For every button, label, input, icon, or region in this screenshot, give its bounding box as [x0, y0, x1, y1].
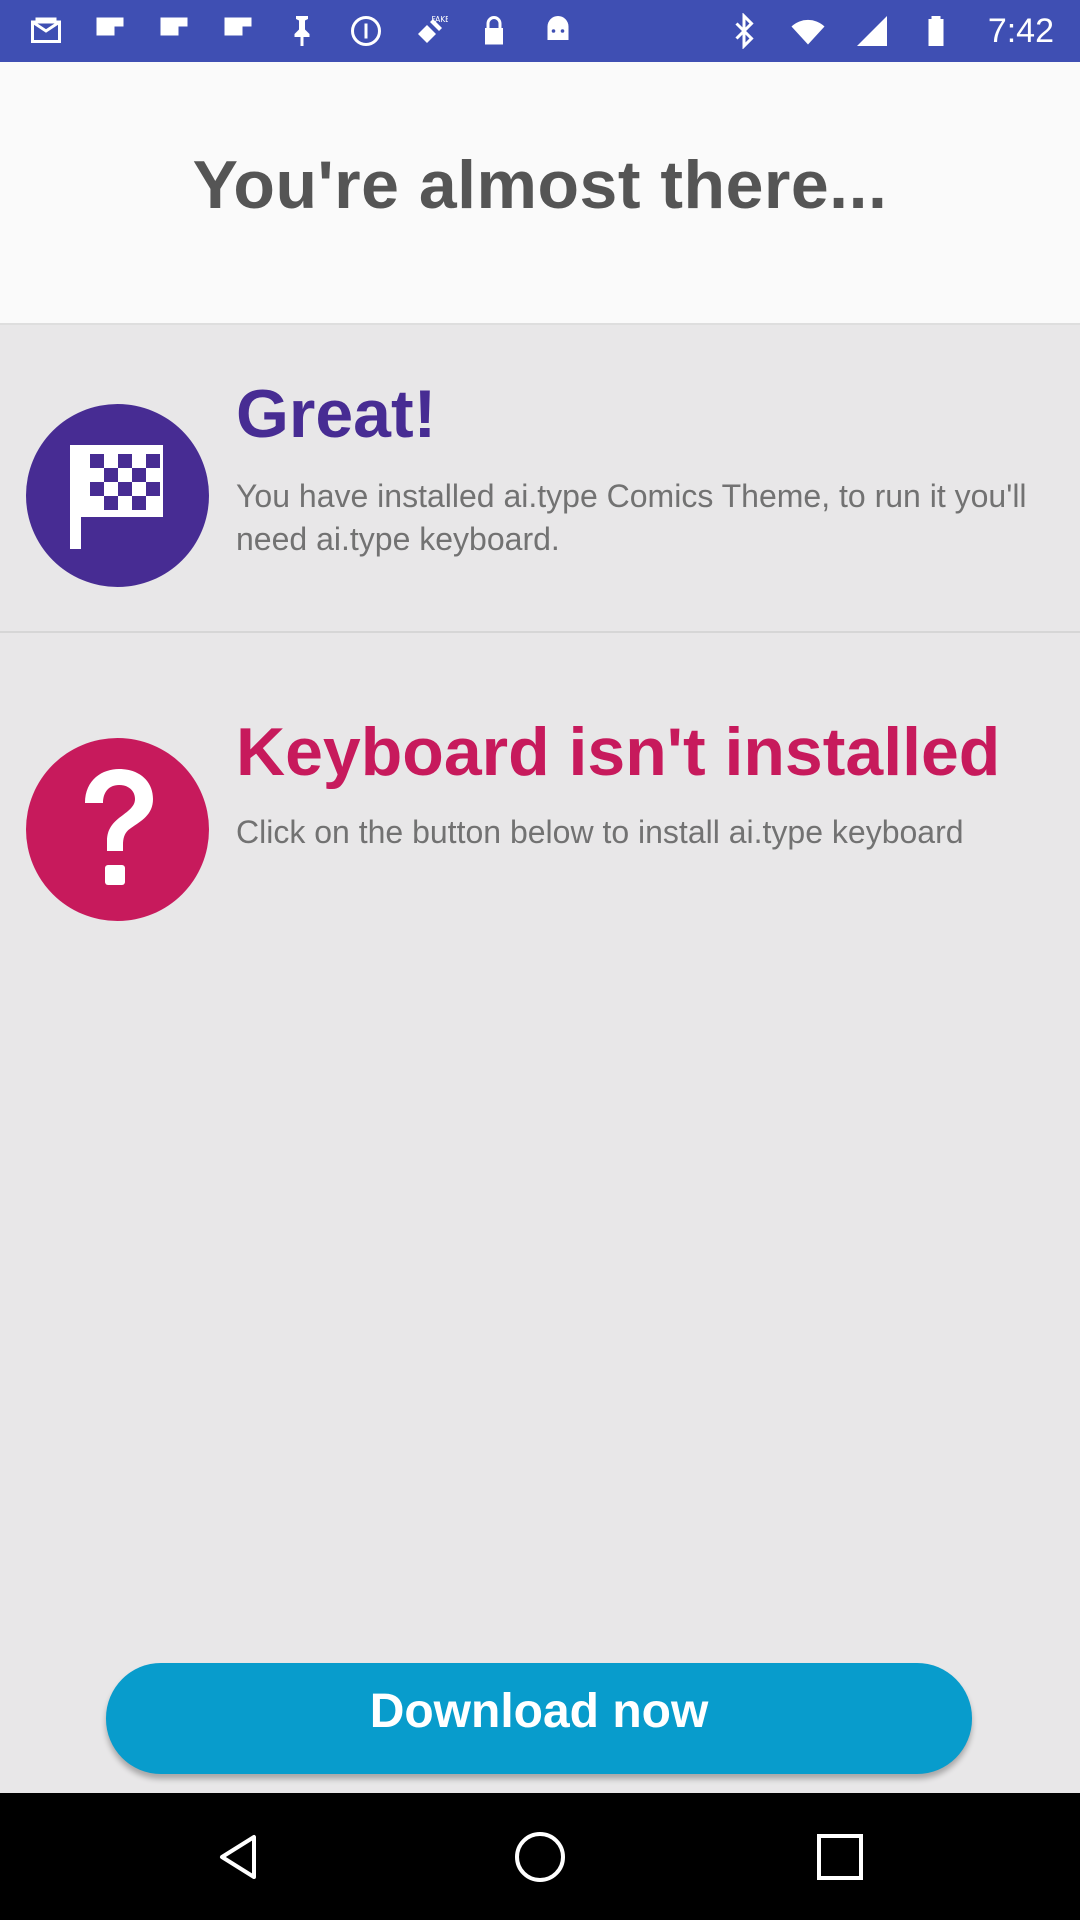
pin-icon	[284, 13, 320, 49]
keyboard-title: Keyboard isn't installed	[236, 714, 1001, 790]
great-description: You have installed ai.type Comics Theme,…	[236, 478, 1027, 557]
great-title: Great!	[236, 376, 437, 452]
email-icon	[28, 13, 64, 49]
lock-icon	[476, 13, 512, 49]
download-now-button[interactable]: Download now	[106, 1663, 972, 1774]
android-icon	[540, 13, 576, 49]
fake-gps-icon: FAKE	[412, 13, 448, 49]
checkered-flag-icon	[26, 404, 209, 587]
status-bar: FAKE 7:42	[0, 0, 1080, 62]
svg-text:FAKE: FAKE	[432, 15, 449, 24]
status-right-icons: 7:42	[726, 12, 1054, 51]
home-icon[interactable]	[505, 1822, 575, 1892]
navigation-bar	[0, 1793, 1080, 1920]
flipboard-icon	[220, 13, 256, 49]
flipboard-icon	[156, 13, 192, 49]
info-circle-icon	[348, 13, 384, 49]
status-left-icons: FAKE	[28, 13, 576, 49]
wifi-icon	[790, 13, 826, 49]
signal-icon	[854, 13, 890, 49]
question-mark-icon	[26, 738, 209, 921]
great-section: Great! You have installed ai.type Comics…	[0, 325, 1080, 633]
recents-icon[interactable]	[805, 1822, 875, 1892]
header: You're almost there...	[0, 62, 1080, 325]
battery-icon	[918, 13, 954, 49]
page-title: You're almost there...	[192, 146, 888, 223]
status-time: 7:42	[987, 11, 1054, 50]
keyboard-description: Click on the button below to install ai.…	[236, 814, 964, 850]
flipboard-icon	[92, 13, 128, 49]
bluetooth-icon	[726, 13, 762, 49]
keyboard-section: Keyboard isn't installed Click on the bu…	[0, 633, 1080, 963]
back-icon[interactable]	[205, 1822, 275, 1892]
